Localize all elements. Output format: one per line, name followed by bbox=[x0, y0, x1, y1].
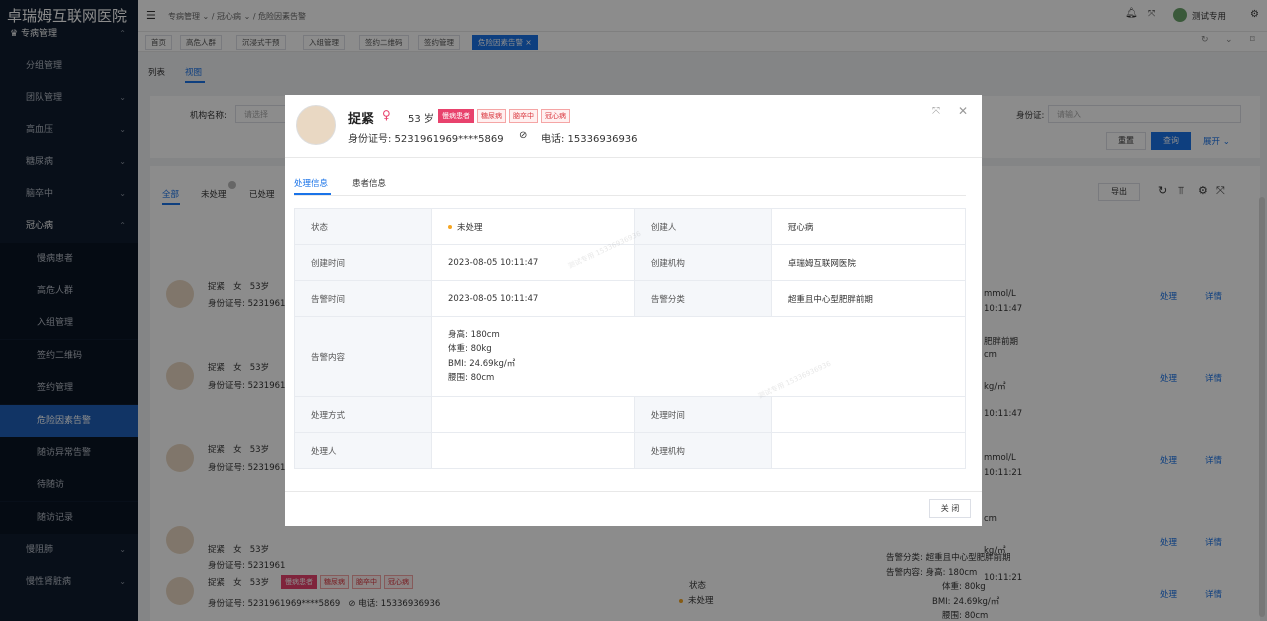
patient-age: 53 岁 bbox=[408, 114, 434, 125]
handler-value bbox=[431, 432, 635, 469]
alert-time-value: 2023-08-05 10:11:47 bbox=[431, 280, 635, 317]
creator-label: 创建人 bbox=[633, 208, 772, 245]
handler-label: 处理人 bbox=[294, 432, 432, 469]
alert-content-label: 告警内容 bbox=[294, 316, 432, 397]
patient-phone: 电话: 15336936936 bbox=[541, 134, 638, 145]
handle-org-label: 处理机构 bbox=[633, 432, 772, 469]
tag: 糖尿病 bbox=[477, 109, 506, 123]
detail-modal: 捉紧 ♀ 53 岁 慢病患者 糖尿病 脑卒中 冠心病 身份证号: 5231961969… bbox=[285, 95, 982, 526]
tag: 脑卒中 bbox=[509, 109, 538, 123]
tab-divider bbox=[294, 195, 966, 196]
info-table: 状态 未处理 创建人 冠心病 创建时间 2023-08-05 10:11:47 … bbox=[294, 208, 967, 469]
alert-category-label: 告警分类 bbox=[633, 280, 772, 317]
close-icon[interactable]: ✕ bbox=[958, 104, 968, 118]
tab-patient-info[interactable]: 患者信息 bbox=[352, 177, 386, 189]
tag: 冠心病 bbox=[541, 109, 570, 123]
maximize-icon[interactable]: ⤧ bbox=[932, 106, 940, 117]
patient-name: 捉紧 bbox=[348, 112, 375, 127]
tag: 慢病患者 bbox=[438, 109, 474, 123]
eye-off-icon[interactable]: ⊘ bbox=[519, 130, 527, 141]
alert-category-value: 超重且中心型肥胖前期 bbox=[770, 280, 967, 317]
status-value: 未处理 bbox=[431, 208, 635, 245]
creator-value: 冠心病 bbox=[770, 208, 967, 245]
patient-tags: 慢病患者 糖尿病 脑卒中 冠心病 bbox=[438, 109, 573, 123]
footer-divider bbox=[285, 491, 982, 492]
alert-content-value: 身高: 180cm 体重: 80kg BMI: 24.69kg/㎡ 腰围: 80… bbox=[431, 316, 966, 397]
handle-time-value bbox=[770, 396, 967, 433]
handle-method-value bbox=[431, 396, 635, 433]
tab-handle-info[interactable]: 处理信息 bbox=[294, 177, 328, 189]
handle-method-label: 处理方式 bbox=[294, 396, 432, 433]
handle-org-value bbox=[770, 432, 967, 469]
patient-avatar bbox=[296, 105, 336, 145]
header-divider bbox=[285, 157, 982, 158]
create-org-value: 卓瑞姆互联网医院 bbox=[770, 244, 967, 281]
create-org-label: 创建机构 bbox=[633, 244, 772, 281]
status-label: 状态 bbox=[294, 208, 432, 245]
handle-time-label: 处理时间 bbox=[633, 396, 772, 433]
alert-time-label: 告警时间 bbox=[294, 280, 432, 317]
close-button[interactable]: 关 闭 bbox=[929, 499, 971, 518]
create-time-label: 创建时间 bbox=[294, 244, 432, 281]
female-icon: ♀ bbox=[382, 108, 391, 122]
patient-id: 身份证号: 5231961969****5869 bbox=[348, 134, 504, 145]
